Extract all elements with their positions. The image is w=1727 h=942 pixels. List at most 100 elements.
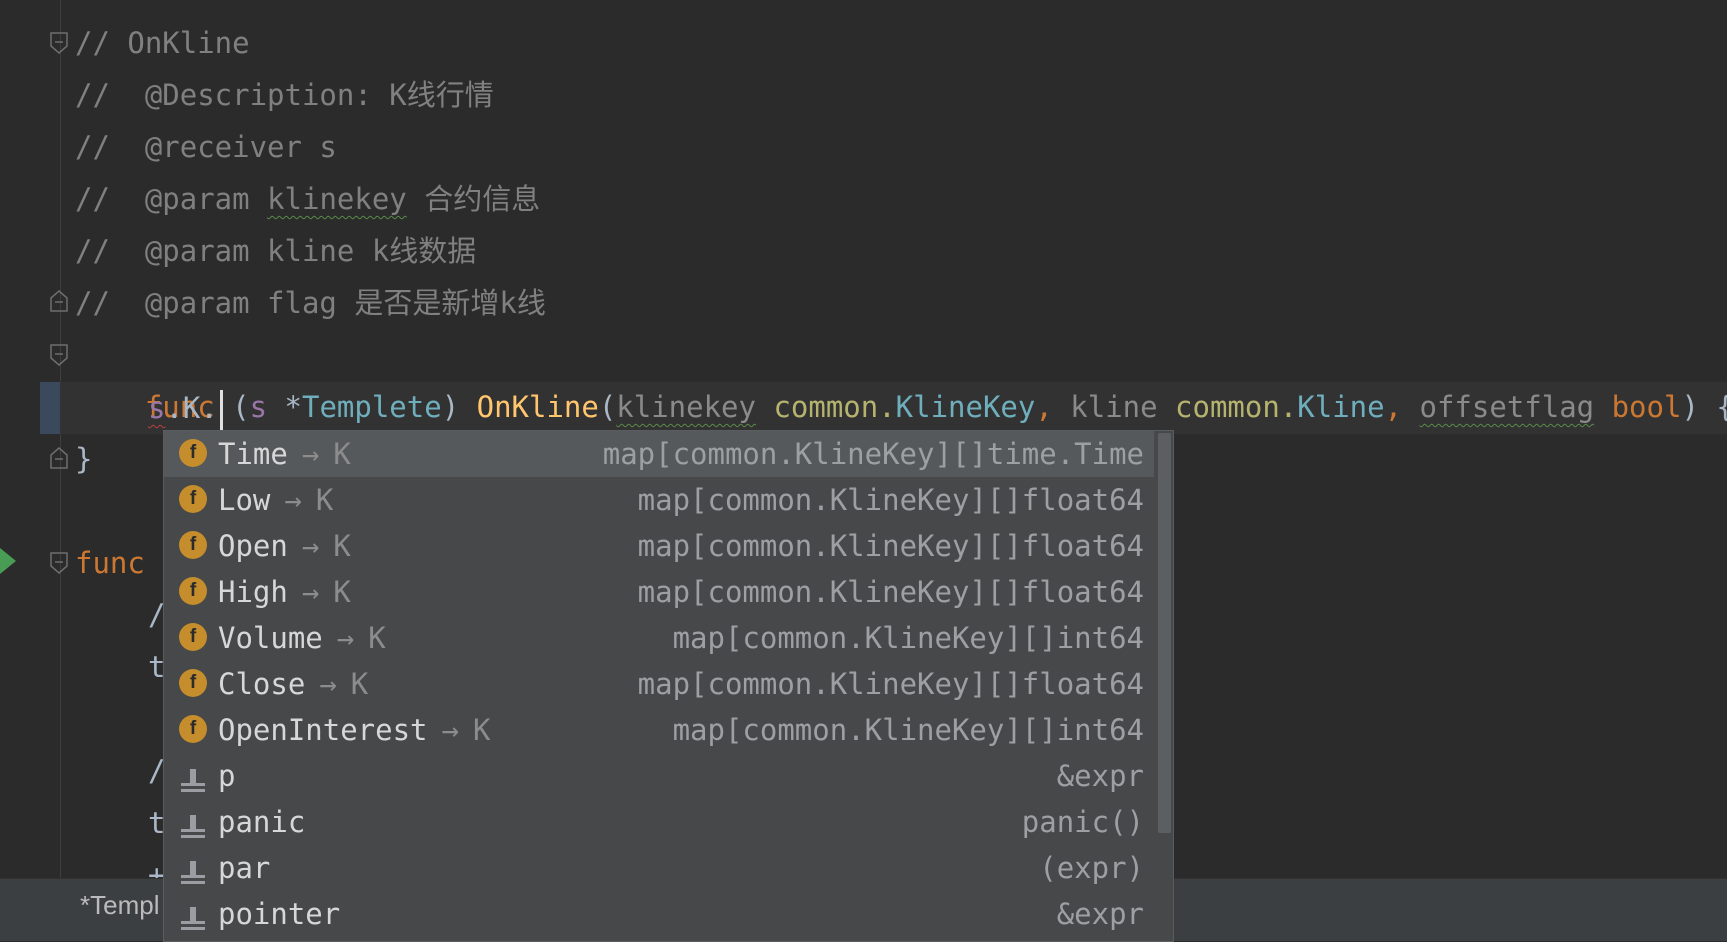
completion-item-high[interactable]: f High → Kmap[common.KlineKey][]float64 (164, 569, 1154, 615)
completion-item-type: &expr (1056, 897, 1144, 931)
completion-item-type: map[common.KlineKey][]float64 (637, 529, 1144, 563)
completion-item-name: Open → K (218, 523, 351, 569)
completion-item-volume[interactable]: f Volume → K map[common.KlineKey][]int64 (164, 615, 1154, 661)
fold-close-icon[interactable] (50, 290, 68, 312)
code-line-1: // OnKline (75, 26, 250, 60)
completion-item-type: map[common.KlineKey][]float64 (637, 575, 1144, 609)
item-label: panic (218, 805, 306, 839)
comment-param-name: klinekey (267, 182, 407, 216)
completion-item-close[interactable]: f Close → Kmap[common.KlineKey][]float64 (164, 661, 1154, 707)
token: , (1384, 390, 1420, 424)
fold-open-icon[interactable] (50, 552, 68, 574)
code-line-current[interactable]: s.K. (148, 382, 223, 434)
completion-item-open[interactable]: f Open → K map[common.KlineKey][]float64 (164, 523, 1154, 569)
function-name: OnKline (476, 390, 599, 424)
field-icon: f (179, 623, 207, 651)
template-icon (179, 899, 207, 930)
completion-item-name: p (218, 753, 235, 799)
field-icon: f (179, 485, 207, 513)
completion-item-time[interactable]: f Time → Kmap[common.KlineKey][]time.Time (164, 431, 1154, 477)
item-label: Low (218, 483, 271, 517)
completion-item-name: Close → K (218, 661, 368, 707)
completion-scrollbar[interactable] (1158, 433, 1171, 833)
code-line-func: func (75, 546, 145, 580)
token: , (1035, 390, 1071, 424)
completion-popup[interactable]: f Time → Kmap[common.KlineKey][]time.Time f L… (163, 430, 1174, 942)
completion-item-p[interactable]: p &expr (164, 753, 1154, 799)
completion-item-type: map[common.KlineKey][]int64 (672, 621, 1144, 655)
item-owner: K (368, 621, 386, 655)
arrow-right-icon: → (301, 575, 320, 609)
template-icon (179, 853, 207, 884)
completion-item-par[interactable]: par (expr) (164, 845, 1154, 891)
token: * (267, 390, 302, 424)
completion-item-name: OpenInterest → K (218, 707, 490, 753)
completion-item-type: panic() (1021, 805, 1144, 839)
text-caret (219, 390, 223, 430)
editor-tab[interactable]: *Templ (80, 879, 159, 941)
completion-item-name: panic (218, 799, 305, 845)
code-line-2: // @Description: K线行情 (75, 69, 494, 121)
completion-item-type: (expr) (1039, 851, 1144, 885)
selector-text: .K. (165, 391, 218, 425)
fold-open-icon[interactable] (50, 344, 68, 366)
arrow-right-icon: → (301, 437, 320, 471)
field-icon: f (179, 439, 207, 467)
arrow-right-icon: → (319, 667, 337, 701)
param-name: klinekey (616, 390, 756, 424)
code-line-3: // @receiver s (75, 130, 337, 164)
completion-item-name: Time → K (218, 431, 351, 477)
receiver-name: s (249, 390, 268, 424)
completion-item-name: Volume → K (218, 615, 386, 661)
field-icon: f (179, 715, 207, 743)
field-icon: f (179, 669, 207, 697)
comment-text: K线行情 (389, 78, 494, 112)
run-gutter-icon[interactable] (0, 548, 16, 574)
comment-text: 合约信息 (406, 182, 541, 216)
comment-text: k线数据 (371, 234, 477, 268)
completion-item-type: map[common.KlineKey][]float64 (637, 483, 1144, 517)
completion-item-type: &expr (1056, 759, 1144, 793)
fold-open-icon[interactable] (50, 32, 68, 54)
completion-item-low[interactable]: f Low → Kmap[common.KlineKey][]float64 (164, 477, 1154, 523)
item-label: OpenInterest (218, 713, 428, 747)
receiver-ref: s (148, 391, 166, 425)
field-icon: f (179, 531, 207, 559)
item-label: Volume (218, 621, 323, 655)
comment-prefix: // @param kline (75, 234, 372, 268)
token: ) (441, 390, 477, 424)
comment-prefix: // @Description: (75, 78, 390, 112)
item-owner: K (315, 483, 334, 517)
token: ) { (1681, 390, 1727, 424)
item-owner: K (350, 667, 369, 701)
item-label: p (218, 759, 236, 793)
package-name: common. (1157, 390, 1298, 424)
template-icon (179, 761, 207, 792)
param-type: Kline (1297, 390, 1385, 424)
completion-item-openinterest[interactable]: f OpenInterest → Kmap[common.KlineKey][]int… (164, 707, 1154, 753)
arrow-right-icon: → (284, 483, 302, 517)
item-label: pointer (218, 897, 341, 931)
item-label: par (218, 851, 271, 885)
code-line-5: // @param kline k线数据 (75, 225, 476, 277)
completion-item-type: map[common.KlineKey][]float64 (637, 667, 1144, 701)
token: ( (598, 390, 617, 424)
arrow-right-icon: → (441, 713, 459, 747)
code-line-close-brace: } (75, 442, 93, 476)
comment-prefix: // @param flag (75, 286, 355, 320)
fold-close-icon[interactable] (50, 447, 68, 469)
comment-text: 是否是新增k线 (354, 286, 546, 320)
param-type: KlineKey (895, 390, 1036, 424)
completion-item-pointer[interactable]: pointer &expr (164, 891, 1154, 937)
item-owner: K (472, 713, 491, 747)
completion-item-name: Low → K (218, 477, 333, 523)
gutter-divider (60, 0, 61, 878)
template-icon (179, 807, 207, 838)
completion-item-type: map[common.KlineKey][]time.Time (602, 437, 1144, 471)
package-name: common. (755, 390, 896, 424)
completion-item-panic[interactable]: panic panic() (164, 799, 1154, 845)
item-label: Time (218, 437, 288, 471)
code-line-func-signature: func (s *Templete) OnKline(klinekey comm… (75, 329, 1727, 424)
completion-item-name: High → K (218, 569, 351, 615)
current-line-gutter-marker (40, 382, 60, 434)
